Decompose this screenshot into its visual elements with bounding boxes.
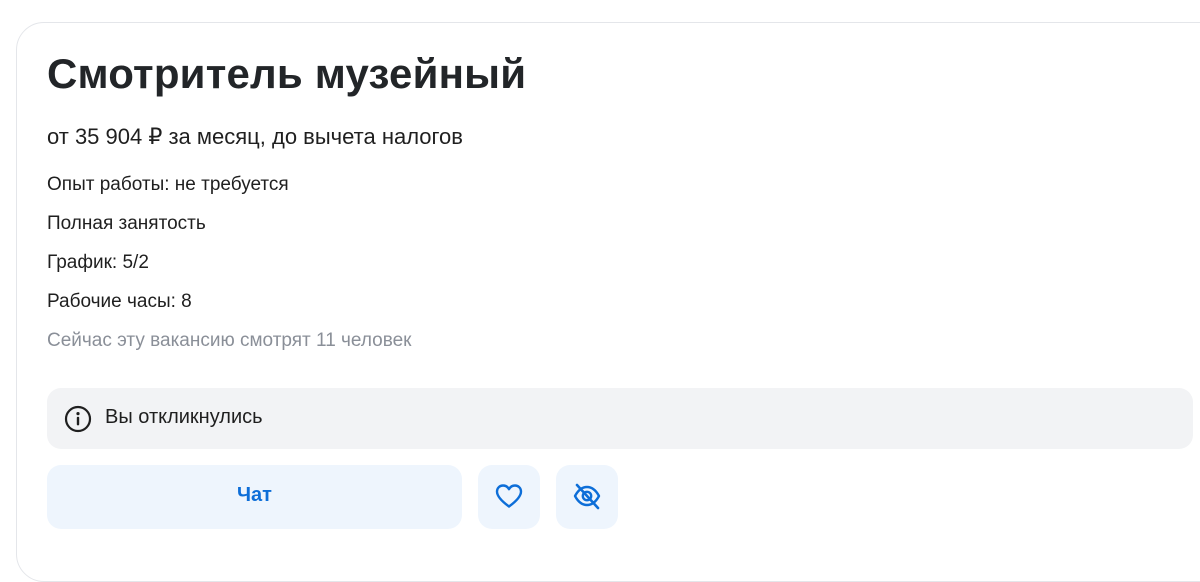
- eye-off-icon: [573, 483, 601, 510]
- working-hours-text: Рабочие часы: 8: [47, 291, 192, 312]
- employment-text: Полная занятость: [47, 213, 206, 234]
- heart-icon: [495, 484, 523, 508]
- chat-button[interactable]: Чат: [47, 465, 462, 529]
- responded-notice: Вы откликнулись: [47, 388, 1193, 449]
- experience-text: Опыт работы: не требуется: [47, 174, 289, 195]
- responded-notice-text: Вы откликнулись: [105, 406, 263, 428]
- schedule-text: График: 5/2: [47, 252, 149, 273]
- vacancy-title: Смотритель музейный: [47, 50, 527, 97]
- favorite-button[interactable]: [478, 465, 540, 529]
- info-icon: [64, 405, 92, 433]
- salary-text: от 35 904 ₽ за месяц, до вычета налогов: [47, 124, 463, 149]
- hide-vacancy-button[interactable]: [556, 465, 618, 529]
- viewers-count-text: Сейчас эту вакансию смотрят 11 человек: [47, 330, 412, 351]
- chat-button-label: Чат: [237, 484, 272, 506]
